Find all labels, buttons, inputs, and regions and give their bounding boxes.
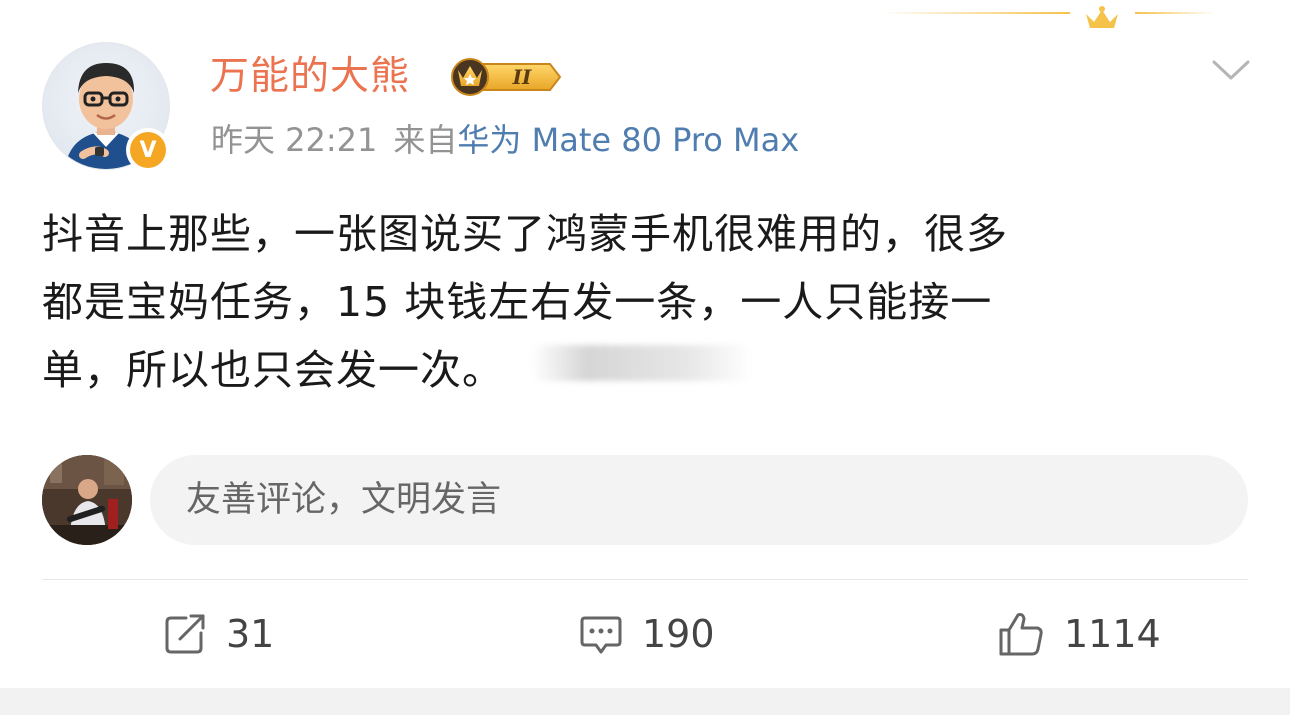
comment-input[interactable]: 友善评论，文明发言 [150,455,1248,545]
decoration-line-right [1135,12,1215,14]
current-user-avatar[interactable] [42,455,132,545]
bottom-separator [0,688,1290,715]
post-text-line: 抖音上那些，一张图说买了鸿蒙手机很难用的，很多 [42,210,1008,258]
blurred-watermark [532,345,752,381]
rank-badge: II [451,58,562,96]
source-prefix: 来自 [393,121,458,159]
like-count: 1114 [1064,612,1161,656]
verified-v-icon: V [130,132,166,168]
verified-badge: V [126,128,170,172]
post-text-line: 都是宝妈任务，15 块钱左右发一条，一人只能接一 [42,278,993,326]
commenter-photo [42,455,132,545]
source-device-link[interactable]: 华为 Mate 80 Pro Max [457,121,799,159]
author-name[interactable]: 万能的大熊 [210,52,410,102]
post-time: 昨天 22:21 [211,121,378,159]
thumbs-up-icon [999,613,1043,656]
comment-button[interactable]: 190 [578,604,715,664]
chevron-down-icon[interactable] [1210,56,1252,84]
divider [42,579,1248,580]
like-button[interactable]: 1114 [996,604,1161,664]
repost-count: 31 [226,612,275,656]
comment-icon [580,616,622,654]
header-decoration [880,6,1220,28]
crown-icon [1086,6,1118,28]
rank-level-text: II [512,65,532,89]
repost-icon [165,614,205,654]
post-meta: 昨天 22:21 来自华为 Mate 80 Pro Max [211,118,799,162]
repost-button[interactable]: 31 [162,604,274,664]
decoration-line-left [880,12,1070,14]
comment-input-placeholder: 友善评论，文明发言 [186,480,502,520]
comment-count: 190 [642,612,715,656]
